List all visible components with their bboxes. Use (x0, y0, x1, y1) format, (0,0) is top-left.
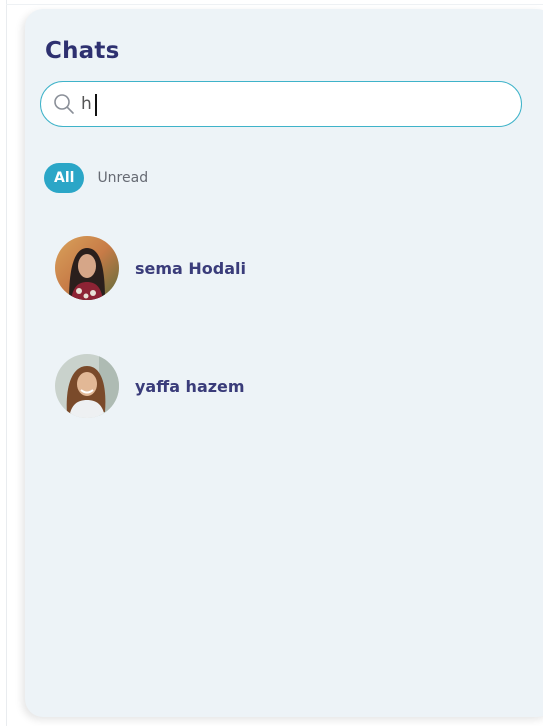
chat-contact-name: sema Hodali (135, 258, 247, 278)
search-icon (53, 93, 75, 115)
avatar (55, 354, 119, 418)
chats-panel: Chats All Unread (25, 9, 543, 717)
page: Chats All Unread (0, 0, 543, 726)
text-cursor (95, 94, 97, 116)
search-input[interactable] (81, 90, 501, 118)
tab-unread[interactable]: Unread (97, 170, 148, 186)
avatar (55, 236, 119, 300)
divider (6, 0, 7, 726)
search-box[interactable] (40, 81, 522, 127)
filter-tabs: All Unread (44, 163, 148, 193)
tab-all[interactable]: All (44, 163, 85, 193)
page-title: Chats (45, 38, 120, 64)
divider (6, 4, 543, 5)
chat-list-item[interactable]: yaffa hazem (55, 354, 525, 418)
chat-list-item[interactable]: sema Hodali (55, 236, 525, 300)
chat-contact-name: yaffa hazem (135, 376, 245, 396)
